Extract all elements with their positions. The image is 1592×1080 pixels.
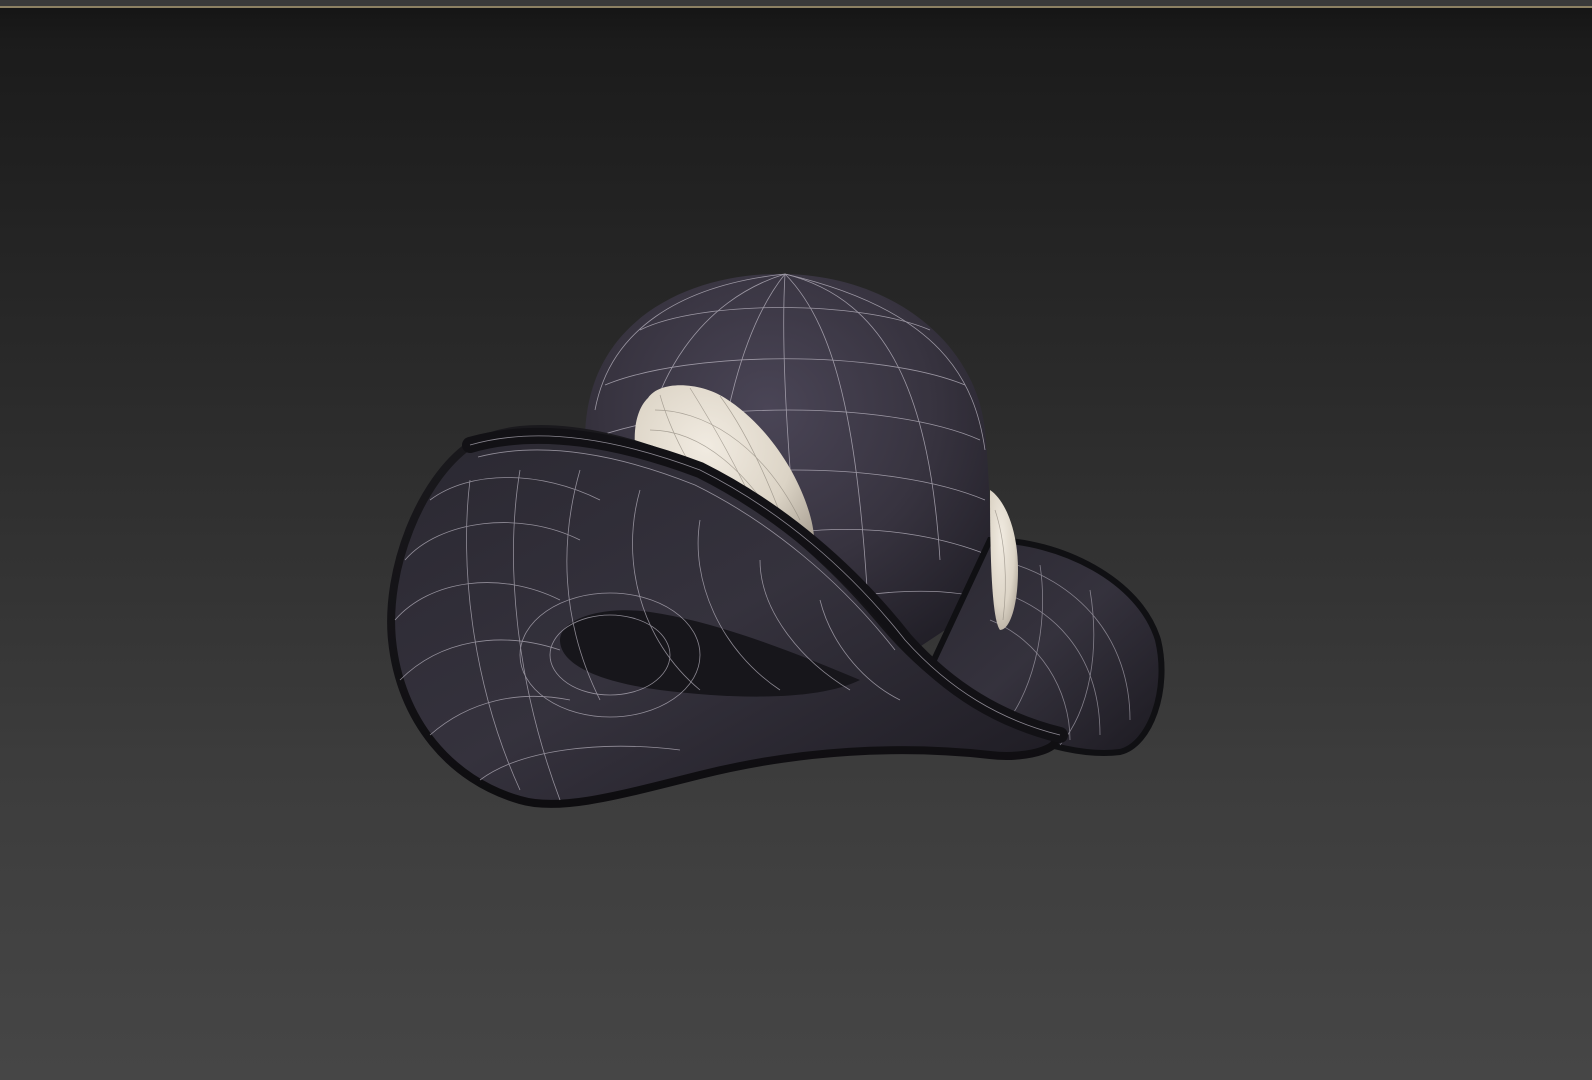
viewport-scene[interactable] (0, 0, 1592, 1080)
3d-viewport[interactable] (0, 0, 1592, 1080)
